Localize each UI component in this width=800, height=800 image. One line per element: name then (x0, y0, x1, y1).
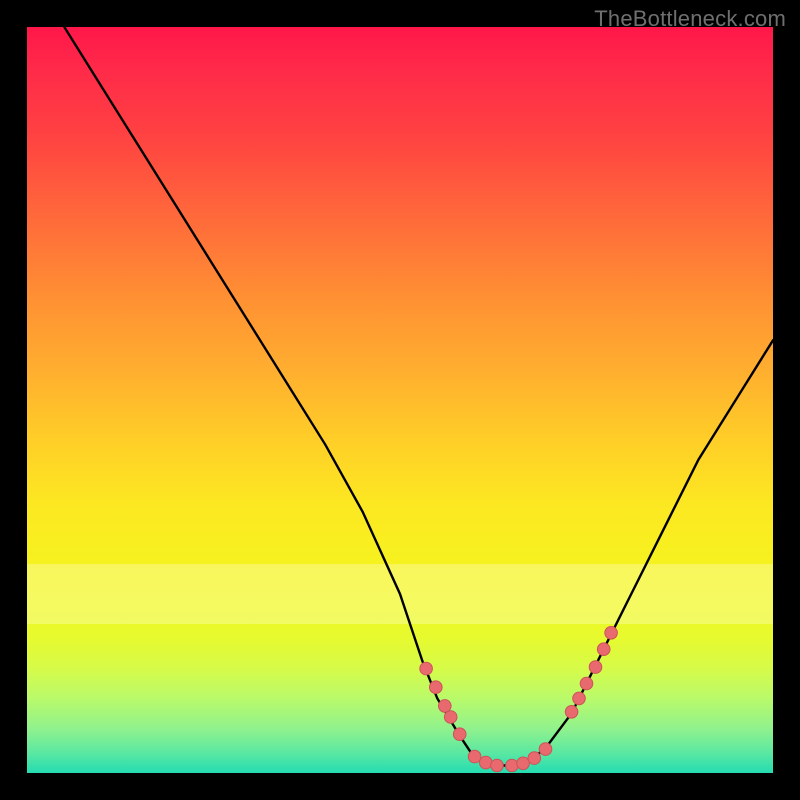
data-marker (539, 743, 552, 756)
watermark-text: TheBottleneck.com (594, 6, 786, 32)
data-marker (528, 752, 541, 765)
data-marker (453, 728, 466, 741)
bottleneck-curve (64, 27, 773, 766)
data-marker (439, 700, 452, 713)
chart-area (27, 27, 773, 773)
chart-svg (27, 27, 773, 773)
data-marker (480, 756, 493, 769)
frame: TheBottleneck.com (0, 0, 800, 800)
marker-group (420, 627, 618, 772)
data-marker (506, 759, 519, 772)
data-marker (605, 627, 618, 640)
data-marker (565, 706, 578, 719)
data-marker (430, 681, 443, 694)
data-marker (589, 661, 602, 674)
data-marker (580, 677, 593, 690)
data-marker (468, 750, 481, 763)
data-marker (420, 662, 433, 675)
data-marker (597, 643, 610, 656)
data-marker (444, 711, 457, 724)
data-marker (517, 757, 530, 770)
data-marker (573, 692, 586, 705)
data-marker (491, 759, 504, 772)
